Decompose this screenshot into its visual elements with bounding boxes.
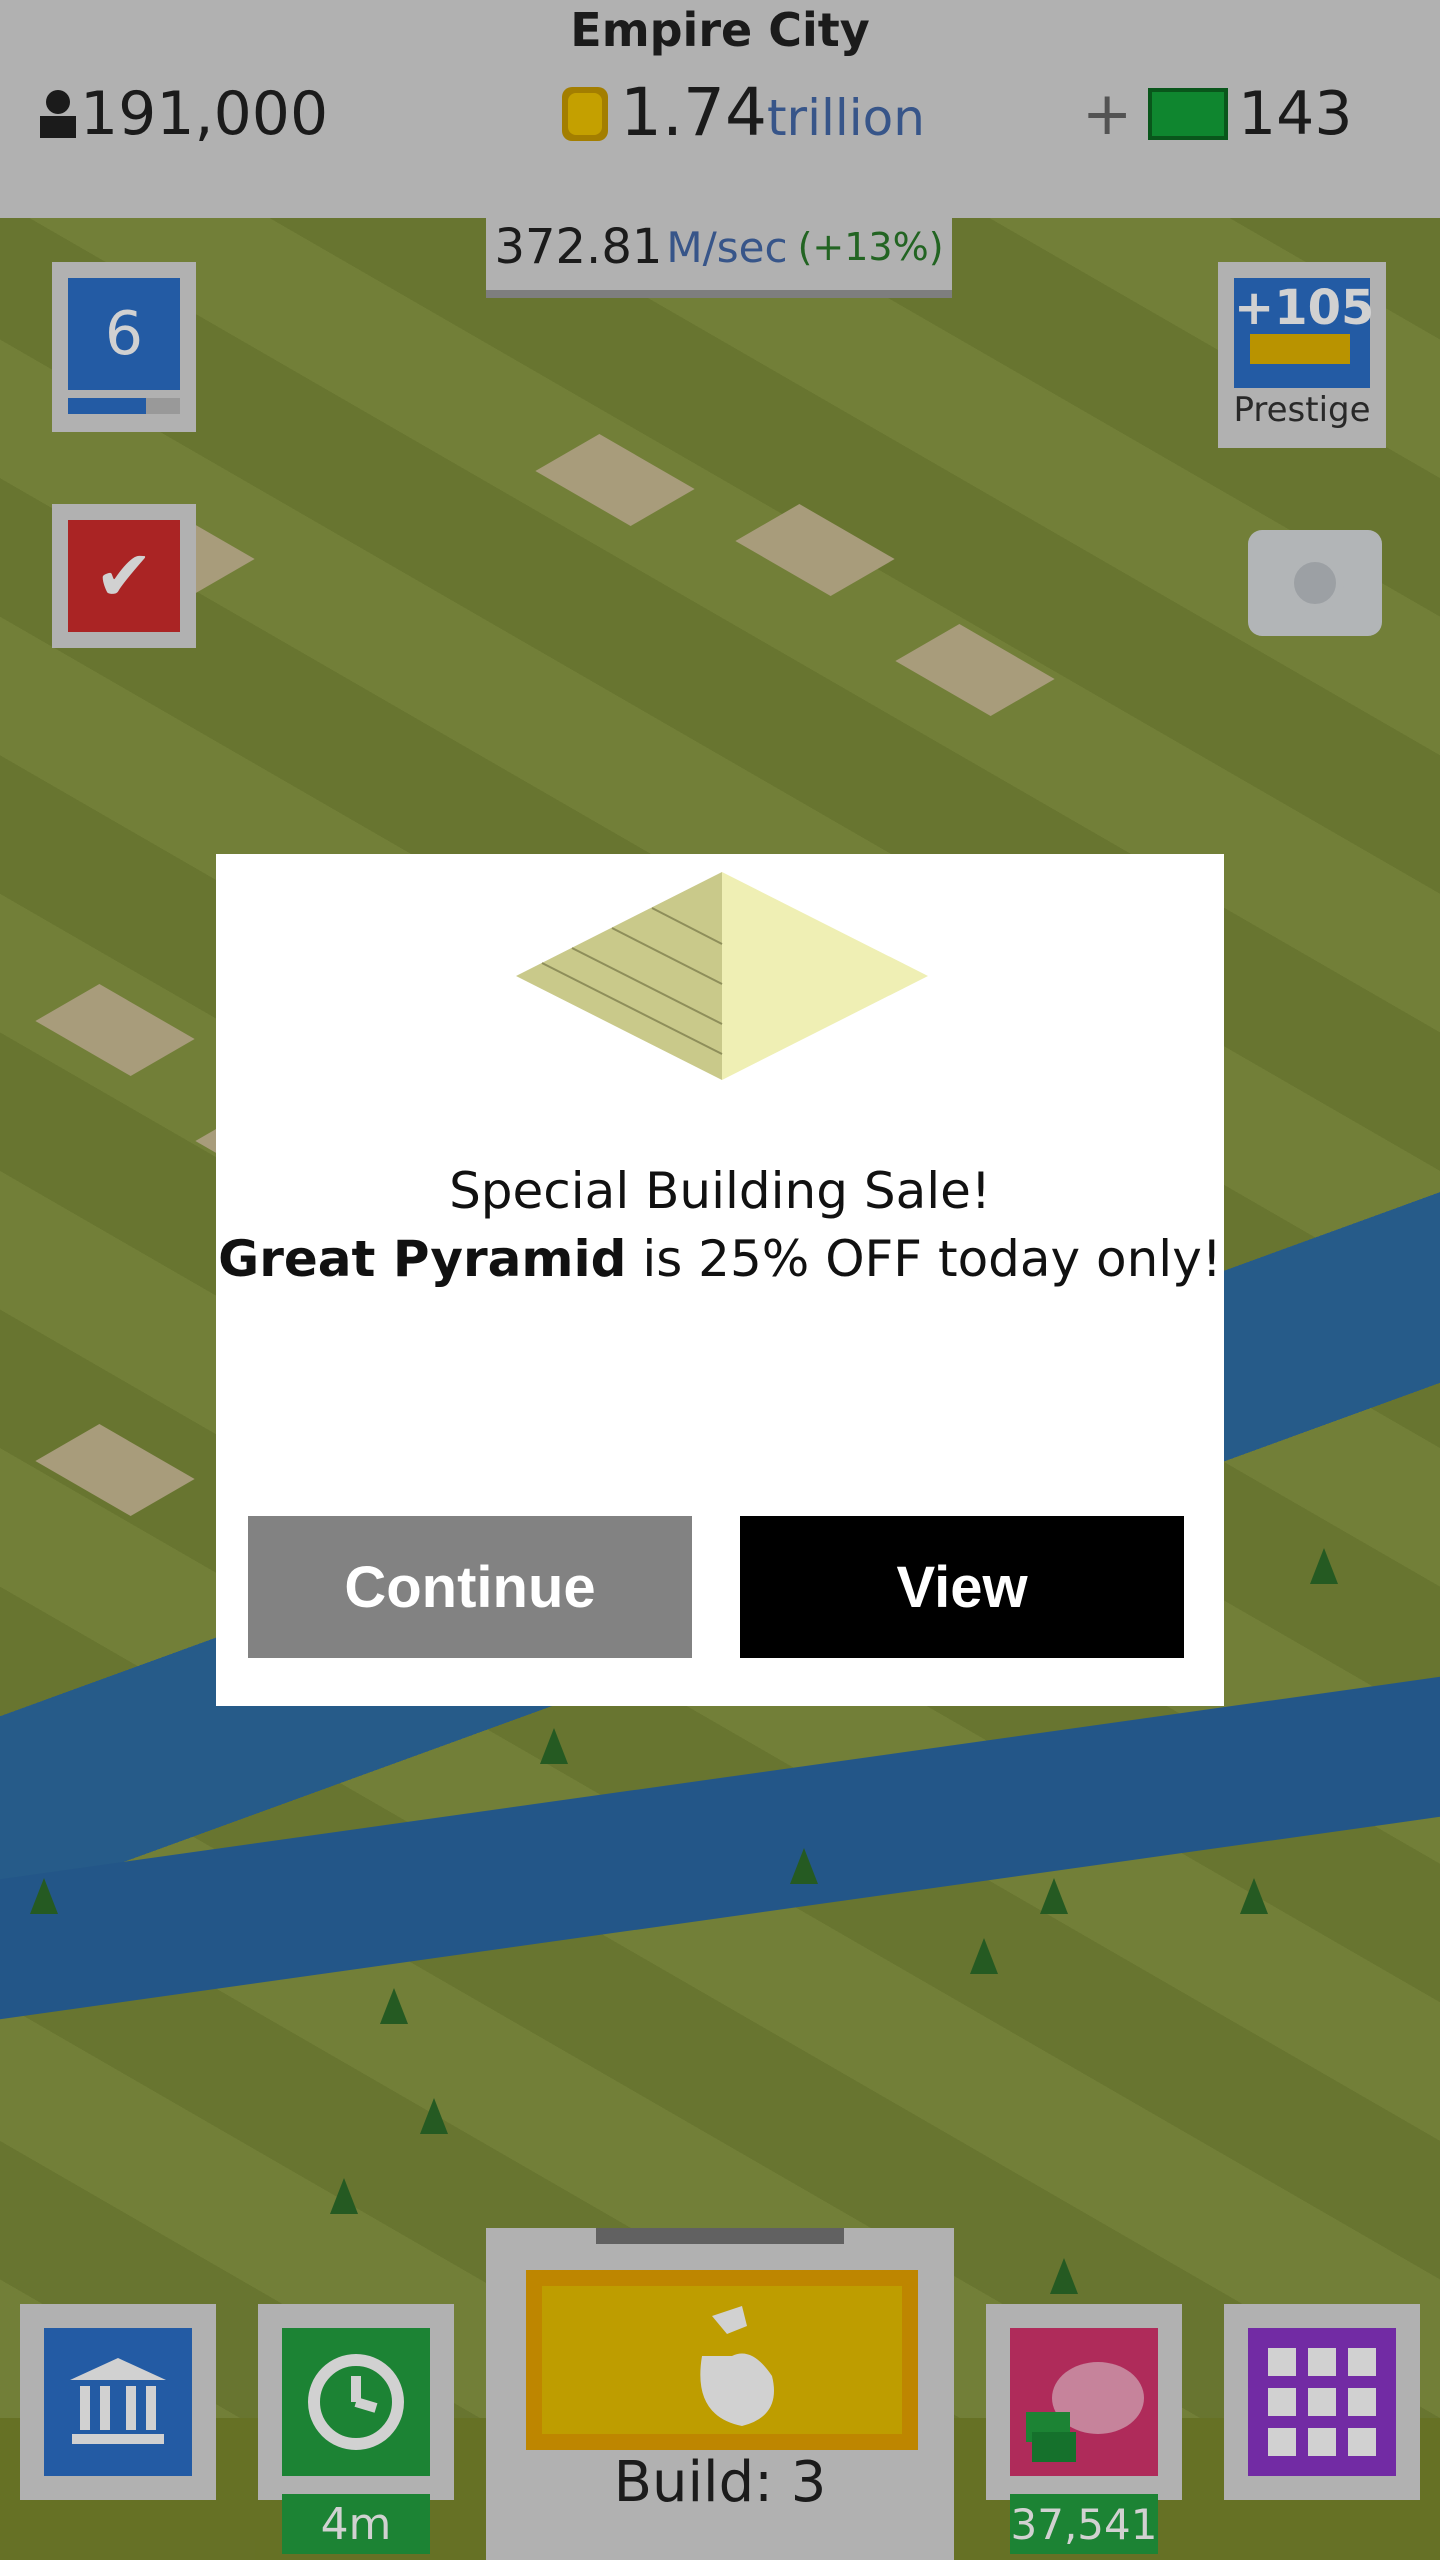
level-badge[interactable]: 6: [52, 262, 196, 432]
continue-button[interactable]: Continue: [248, 1516, 692, 1658]
rate-unit: M/sec: [666, 222, 788, 272]
tree: [1050, 2258, 1078, 2294]
camera-lens: [1286, 554, 1344, 612]
river: [0, 1676, 1440, 2020]
grid-menu-icon: [1248, 2328, 1396, 2476]
coins-value: 1.74: [620, 74, 767, 151]
coin-icon: [562, 87, 608, 141]
level-progress-bar: [68, 398, 180, 414]
menu-button[interactable]: [1224, 2304, 1420, 2500]
tree: [330, 2178, 358, 2214]
sale-description: Great Pyramid is 25% OFF today only!: [216, 1230, 1224, 1288]
goals-button[interactable]: ✔: [52, 504, 196, 648]
build-progress-bar: [596, 2228, 844, 2244]
tree: [380, 1988, 408, 2024]
build-button[interactable]: Build: 3: [486, 2228, 954, 2560]
pyramid-image: [516, 872, 928, 1080]
population-counter: 191,000: [36, 74, 328, 154]
level-value: 6: [68, 278, 180, 390]
tree: [30, 1878, 58, 1914]
top-bar: Empire City 191,000 1.74 trillion + 143: [0, 0, 1440, 218]
gems-value: 143: [1238, 79, 1353, 149]
prestige-label: Prestige: [1233, 390, 1371, 430]
population-value: 191,000: [80, 79, 329, 149]
city-name: Empire City: [570, 3, 870, 57]
prestige-button[interactable]: +105 Prestige: [1218, 262, 1386, 448]
sale-headline: Special Building Sale!: [449, 1162, 991, 1220]
coins-unit: trillion: [766, 89, 925, 147]
checkmark-icon: ✔: [68, 520, 180, 632]
empty-lot[interactable]: [535, 434, 695, 526]
tree: [420, 2098, 448, 2134]
person-icon: [40, 90, 76, 138]
sale-dialog: Special Building Sale! Great Pyramid is …: [216, 854, 1224, 1706]
view-button[interactable]: View: [740, 1516, 1184, 1658]
prestige-value: +105: [1234, 278, 1374, 388]
savings-value: 37,541: [1010, 2494, 1158, 2554]
key-icon: [1250, 334, 1350, 364]
sale-detail: is 25% OFF today only!: [626, 1230, 1222, 1288]
income-rate: 372.81 M/sec (+13%): [486, 204, 952, 298]
piggy-bank-icon: [1010, 2328, 1158, 2476]
tree: [970, 1938, 998, 1974]
buy-gems-button[interactable]: +: [1082, 74, 1132, 154]
boost-timer-button[interactable]: 4m: [258, 2304, 454, 2554]
clock-icon: [282, 2328, 430, 2476]
empty-lot[interactable]: [895, 624, 1055, 716]
level-progress-fill: [68, 398, 147, 414]
tree: [540, 1728, 568, 1764]
tree: [1310, 1548, 1338, 1584]
tree: [790, 1848, 818, 1884]
tree: [1240, 1878, 1268, 1914]
cash-icon: [1148, 88, 1228, 140]
camera-icon[interactable]: [1248, 530, 1382, 636]
rate-value: 372.81: [494, 219, 663, 275]
empty-lot[interactable]: [735, 504, 895, 596]
building-name: Great Pyramid: [218, 1230, 627, 1288]
gems-counter[interactable]: 143: [1148, 74, 1353, 154]
rate-bonus: (+13%): [797, 225, 944, 269]
coins-counter: 1.74 trillion: [556, 74, 925, 154]
empty-lot[interactable]: [35, 1424, 195, 1516]
timer-label: 4m: [282, 2494, 430, 2554]
empty-lot[interactable]: [35, 984, 195, 1076]
piggy-bank-button[interactable]: 37,541: [986, 2304, 1182, 2554]
bank-icon: [44, 2328, 192, 2476]
hammer-hand-icon: [526, 2270, 918, 2450]
bank-button[interactable]: [20, 2304, 216, 2500]
build-count-label: Build: 3: [613, 2450, 827, 2515]
tree: [1040, 1878, 1068, 1914]
